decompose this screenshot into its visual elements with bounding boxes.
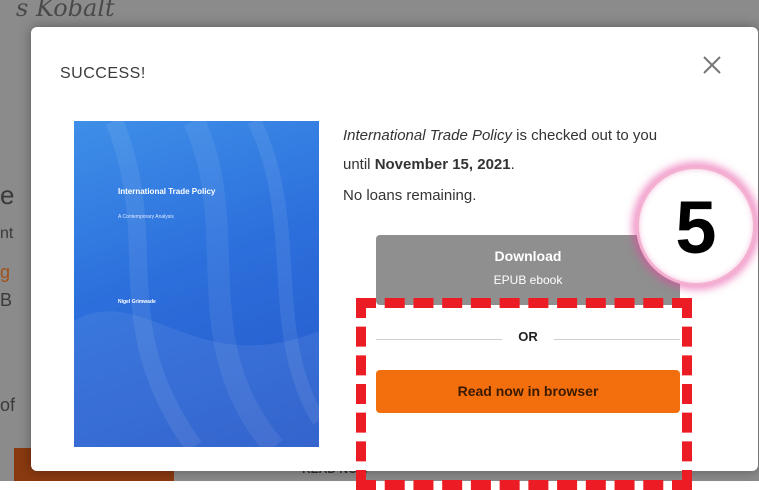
checkout-message: International Trade Policy is checked ou… bbox=[343, 121, 673, 179]
bg-text-fragment: nt bbox=[0, 225, 14, 242]
step-number-badge: 5 bbox=[636, 166, 756, 286]
download-format: EPUB ebook bbox=[493, 273, 563, 287]
close-icon[interactable] bbox=[698, 51, 726, 79]
cover-wave-pattern bbox=[74, 121, 319, 447]
book-cover-image: International Trade Policy A Contemporar… bbox=[74, 121, 319, 447]
book-title: International Trade Policy bbox=[343, 127, 512, 144]
due-date: November 15, 2021 bbox=[374, 156, 511, 173]
bg-text-fragment: e bbox=[0, 180, 15, 210]
message-end: . bbox=[510, 156, 515, 173]
cover-title: International Trade Policy bbox=[118, 187, 216, 196]
download-label: Download bbox=[494, 248, 562, 264]
step-number: 5 bbox=[675, 186, 717, 269]
bg-text-fragment: of bbox=[0, 395, 16, 415]
loans-remaining: No loans remaining. bbox=[343, 187, 477, 204]
highlight-annotation bbox=[356, 298, 692, 490]
dialog-title: SUCCESS! bbox=[60, 65, 146, 82]
library-logo: s Kobalt bbox=[16, 0, 115, 22]
cover-author: Nigel Grimwade bbox=[118, 299, 156, 305]
bg-text-fragment: B bbox=[0, 290, 13, 310]
cover-subtitle: A Contemporary Analysis bbox=[118, 214, 174, 220]
bg-text-fragment: g bbox=[0, 262, 11, 282]
download-epub-button[interactable]: Download EPUB ebook bbox=[376, 235, 680, 305]
